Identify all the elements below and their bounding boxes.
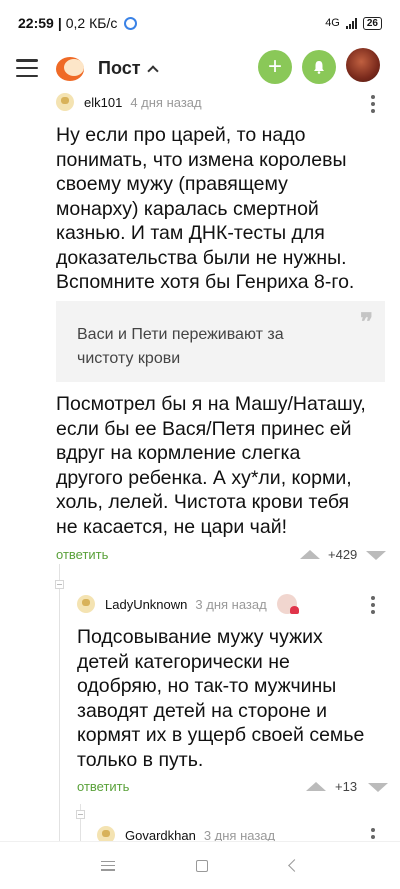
pikabu-logo[interactable]	[56, 53, 86, 83]
comment-score: +429	[328, 547, 358, 562]
upvote-icon[interactable]	[306, 782, 326, 791]
reply-link[interactable]: ответить	[77, 779, 129, 794]
award-badge-icon	[276, 594, 299, 614]
chevron-up-icon[interactable]	[146, 64, 159, 77]
back-icon[interactable]	[288, 859, 302, 872]
author-avatar[interactable]	[56, 93, 74, 111]
comment-date: 3 дня назад	[195, 596, 267, 612]
comment-text-continued: Посмотрел бы я на Машу/Наташу, если бы е…	[56, 393, 366, 538]
app-bar: Пост +	[0, 46, 400, 90]
battery-icon: 26	[362, 16, 382, 30]
hamburger-menu-icon[interactable]	[16, 59, 38, 77]
quote-mark-icon: ❞	[360, 307, 373, 336]
comment-text: Ну если про царей, то надо понимать, что…	[56, 124, 355, 293]
add-post-button[interactable]: +	[258, 50, 292, 84]
status-speed: 0,2 КБ/с	[65, 15, 118, 31]
quote-block: Васи и Пети переживают за чистоту крови …	[56, 301, 385, 382]
comment-header: LadyUnknown 3 дня назад	[77, 594, 299, 614]
recent-apps-icon[interactable]	[100, 860, 115, 871]
comment-header: elk101 4 дня назад	[56, 93, 202, 111]
downvote-icon[interactable]	[366, 551, 386, 560]
upvote-icon[interactable]	[300, 550, 320, 559]
comment-score: +13	[335, 779, 358, 794]
collapse-thread-toggle[interactable]	[55, 580, 64, 589]
downvote-icon[interactable]	[368, 783, 388, 792]
sync-icon	[124, 16, 138, 30]
network-label: 4G	[325, 17, 340, 29]
collapse-thread-toggle[interactable]	[76, 810, 85, 819]
reply-link[interactable]: ответить	[56, 547, 108, 562]
more-options-icon[interactable]	[371, 596, 375, 614]
signal-icon	[345, 17, 357, 29]
plus-icon: +	[267, 53, 282, 80]
status-time: 22:59	[18, 15, 54, 31]
user-avatar[interactable]	[346, 48, 380, 82]
status-right: 4G 26	[325, 16, 382, 30]
thread-line	[59, 564, 60, 854]
status-left: 22:59 | 0,2 КБ/с	[18, 15, 138, 31]
quote-text: Васи и Пети переживают за чистоту крови	[77, 326, 284, 367]
status-bar: 22:59 | 0,2 КБ/с 4G 26	[0, 0, 400, 46]
notifications-button[interactable]	[302, 50, 336, 84]
author-avatar[interactable]	[77, 595, 95, 613]
comment-text: Подсовывание мужу чужих детей категориче…	[77, 626, 365, 771]
comment-author[interactable]: elk101	[84, 95, 122, 110]
bell-icon	[314, 61, 324, 74]
comment-date: 4 дня назад	[130, 94, 202, 110]
system-nav-bar	[0, 841, 400, 889]
home-icon[interactable]	[196, 859, 209, 872]
comment-author[interactable]: LadyUnknown	[105, 597, 187, 612]
page-title[interactable]: Пост	[98, 58, 141, 79]
more-options-icon[interactable]	[371, 95, 375, 113]
